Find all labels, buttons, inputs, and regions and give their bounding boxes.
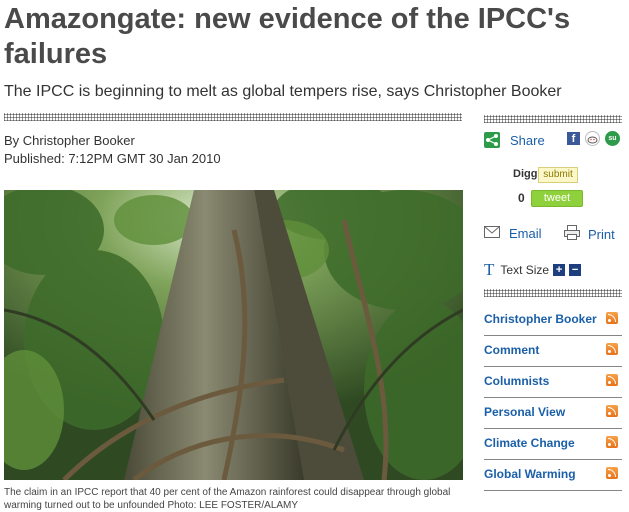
digg-label: Digg xyxy=(513,168,538,180)
rss-icon[interactable] xyxy=(606,405,618,417)
email-label: Email xyxy=(509,226,542,241)
rss-icon[interactable] xyxy=(606,343,618,355)
reddit-icon[interactable] xyxy=(585,131,600,146)
share-button[interactable]: Share xyxy=(484,132,545,148)
published-date: Published: 7:12PM GMT 30 Jan 2010 xyxy=(4,151,221,166)
topic-divider xyxy=(484,397,622,398)
rss-icon[interactable] xyxy=(606,374,618,386)
topic-divider xyxy=(484,459,622,460)
text-size-label: Text Size xyxy=(500,263,550,277)
tweet-count: 0 xyxy=(518,191,525,205)
rss-icon[interactable] xyxy=(606,436,618,448)
digg-submit-button[interactable]: submit xyxy=(538,167,578,183)
article-photo xyxy=(4,190,463,480)
envelope-icon xyxy=(484,226,500,241)
stumbleupon-icon[interactable]: su xyxy=(605,131,620,146)
byline: By Christopher Booker xyxy=(4,133,135,148)
email-link[interactable]: Email xyxy=(484,226,542,241)
topic-link-personal-view[interactable]: Personal View xyxy=(484,405,565,419)
text-size-increase-button[interactable]: + xyxy=(553,264,566,276)
topic-divider xyxy=(484,490,622,491)
divider xyxy=(4,113,462,121)
topic-divider xyxy=(484,366,622,367)
topic-divider xyxy=(484,335,622,336)
photo-caption: The claim in an IPCC report that 40 per … xyxy=(4,487,451,511)
text-size-control: T Text Size + − xyxy=(484,260,582,280)
sidebar-divider xyxy=(484,115,622,123)
tweet-button[interactable]: tweet xyxy=(531,190,583,207)
topic-link-comment[interactable]: Comment xyxy=(484,343,539,357)
topic-link-christopher-booker[interactable]: Christopher Booker xyxy=(484,312,597,326)
article-standfirst: The IPCC is beginning to melt as global … xyxy=(4,83,562,100)
share-icon xyxy=(484,132,500,148)
topic-link-global-warming[interactable]: Global Warming xyxy=(484,467,576,481)
sidebar-divider-2 xyxy=(484,289,622,297)
topic-divider xyxy=(484,428,622,429)
print-label: Print xyxy=(588,226,615,242)
text-size-decrease-button[interactable]: − xyxy=(569,264,582,276)
printer-icon xyxy=(564,225,580,243)
text-size-icon: T xyxy=(484,260,495,279)
topic-link-columnists[interactable]: Columnists xyxy=(484,374,549,388)
share-label: Share xyxy=(510,132,545,148)
topic-link-climate-change[interactable]: Climate Change xyxy=(484,436,575,450)
byline-block: By Christopher Booker Published: 7:12PM … xyxy=(4,132,221,168)
print-link[interactable]: Print xyxy=(564,225,615,243)
rss-icon[interactable] xyxy=(606,312,618,324)
facebook-icon[interactable]: f xyxy=(567,132,580,145)
article-headline: Amazongate: new evidence of the IPCC's f… xyxy=(4,3,571,70)
rss-icon[interactable] xyxy=(606,467,618,479)
